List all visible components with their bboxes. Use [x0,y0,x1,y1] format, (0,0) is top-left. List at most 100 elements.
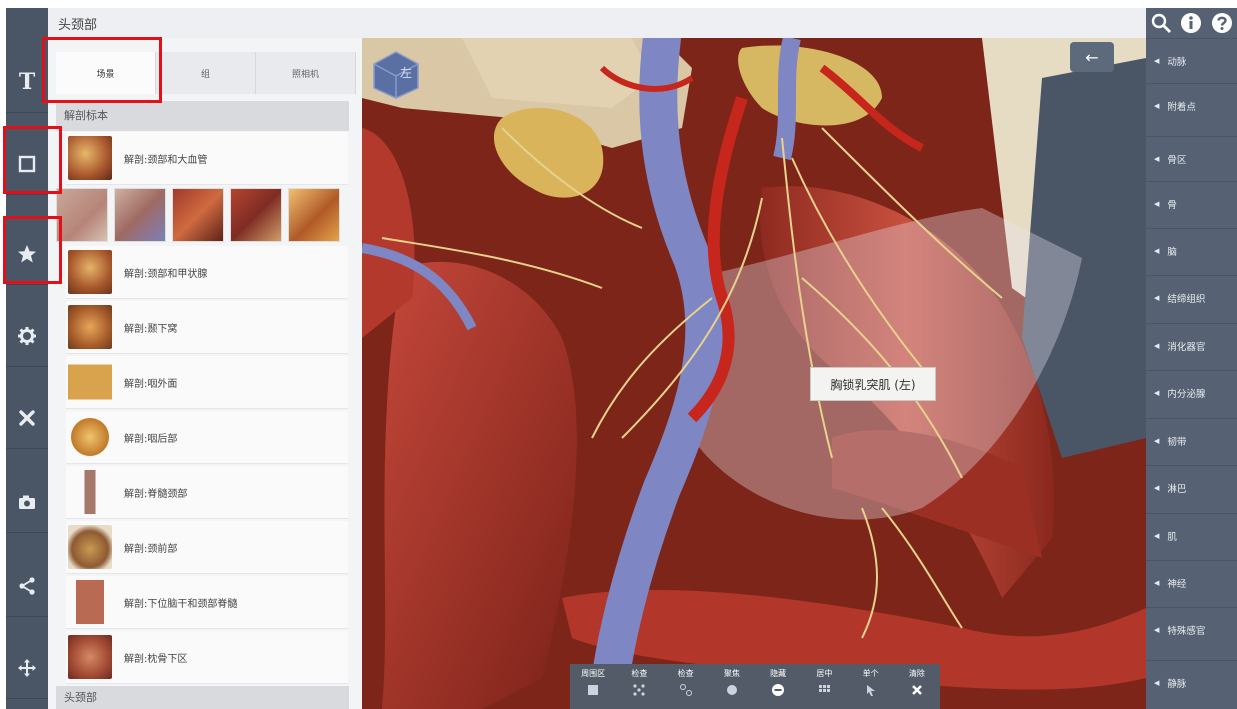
caret-left-icon: ◀ [1154,579,1160,587]
text-tool-icon: T [18,69,36,95]
tool-hide-button[interactable]: 隐藏 [755,664,801,709]
gallery-thumbnail[interactable] [288,188,340,242]
layer-item-brain[interactable]: ◀ 脑 [1146,228,1237,273]
circles-icon [679,684,692,696]
tool-label: 清除 [908,669,925,678]
tool-label: 周围区 [581,669,606,678]
layer-item-arteries[interactable]: ◀ 动脉 [1146,38,1237,83]
search-icon[interactable] [1150,12,1172,34]
layer-item-label: 消化器官 [1167,342,1206,353]
list-item[interactable]: 解剖:咽外面 [66,356,348,409]
help-icon[interactable] [1211,12,1233,34]
dissection-thumbnail [68,360,112,404]
orientation-cube[interactable]: 左 [370,50,422,100]
layer-item-label: 骨区 [1167,155,1187,166]
layer-item-label: 静脉 [1167,679,1187,690]
list-item-label: 解剖:颞下窝 [124,323,178,335]
tab-camera[interactable]: 照相机 [256,52,356,94]
list-item-label: 解剖:颈部和甲状腺 [124,268,208,280]
share-button[interactable] [6,556,48,617]
list-item[interactable]: 解剖:枕骨下区 [66,631,348,684]
layer-item-muscles[interactable]: ◀ 肌 [1146,513,1237,558]
right-top-icons [1146,8,1237,38]
caret-left-icon: ◀ [1154,247,1160,255]
layer-item-lymph[interactable]: ◀ 淋巴 [1146,465,1237,510]
dissection-thumbnail [68,415,112,459]
back-button[interactable]: ← [1070,42,1114,72]
dots-icon [633,684,645,696]
tool-surrounding-button[interactable]: 周围区 [570,664,616,709]
layer-item-label: 动脉 [1167,57,1187,68]
layer-item-endocrine[interactable]: ◀ 内分泌腺 [1146,370,1237,415]
center-grid-icon [819,685,831,692]
list-item[interactable]: 解剖:下位脑干和颈部脊髓 [66,576,348,629]
layer-item-label: 内分泌腺 [1167,389,1206,400]
caret-left-icon: ◀ [1154,342,1160,350]
settings-button[interactable] [6,306,48,367]
layer-item-label: 肌 [1167,532,1177,543]
caret-left-icon: ◀ [1154,294,1160,302]
tool-label: 检查 [677,669,694,678]
layer-item-connective-tissue[interactable]: ◀ 结缔组织 [1146,275,1237,320]
dissection-thumbnail [68,635,112,679]
layer-item-label: 神经 [1167,579,1187,590]
settings-gear-icon [18,327,36,345]
grid-icon [588,685,599,695]
tab-group[interactable]: 组 [156,52,256,94]
cursor-icon [866,685,875,696]
share-icon [19,577,35,595]
list-item[interactable]: 解剖:颈部和甲状腺 [66,246,348,299]
layer-item-veins[interactable]: ◀ 静脉 [1146,660,1237,705]
layer-item-bones[interactable]: ◀ 骨 [1146,181,1237,226]
layer-item-digestive[interactable]: ◀ 消化器官 [1146,323,1237,368]
gallery-thumbnail[interactable] [230,188,282,242]
list-item[interactable]: 解剖:咽后部 [66,411,348,464]
list-item-label: 解剖:咽后部 [124,433,178,445]
left-toolbar: T [6,8,48,709]
gallery-thumbnail[interactable] [114,188,166,242]
gallery-thumbnail[interactable] [56,188,108,242]
caret-left-icon: ◀ [1154,102,1160,110]
tool-inspect-button[interactable]: 检查 [616,664,662,709]
caret-left-icon: ◀ [1154,626,1160,634]
list-item[interactable]: 解剖:脊髓颈部 [66,466,348,519]
list-item[interactable]: 解剖:颈前部 [66,521,348,574]
caret-left-icon: ◀ [1154,57,1160,65]
layer-item-label: 骨 [1167,200,1177,211]
move-arrows-icon [18,659,36,677]
tool-label: 单个 [862,669,879,678]
layer-item-nerves[interactable]: ◀ 神经 [1146,560,1237,605]
layer-item-ligaments[interactable]: ◀ 韧带 [1146,418,1237,463]
page-title: 头颈部 [58,18,98,33]
caret-left-icon: ◀ [1154,389,1160,397]
list-item[interactable]: 解剖:颞下窝 [66,301,348,354]
dissection-thumbnail [68,525,112,569]
tool-single-button[interactable]: 单个 [848,664,894,709]
dissection-thumbnail [68,470,112,514]
tool-center-button[interactable]: 居中 [801,664,847,709]
info-icon[interactable] [1180,12,1202,34]
list-item[interactable]: 解剖:颈部和大血管 [66,132,348,185]
gallery-thumbnail[interactable] [172,188,224,242]
tools-button[interactable] [6,388,48,449]
view-cube-label: 左 [400,66,413,80]
move-button[interactable] [6,638,48,699]
layer-item-bone-regions[interactable]: ◀ 骨区 [1146,136,1237,181]
tool-focus-button[interactable]: 聚焦 [709,664,755,709]
caret-left-icon: ◀ [1154,484,1160,492]
highlight-box-square-tool [3,126,62,194]
tool-label: 居中 [816,669,833,678]
anatomy-3d-viewport[interactable] [362,38,1146,709]
caret-left-icon: ◀ [1154,679,1160,687]
camera-button[interactable] [6,472,48,533]
layer-item-attachments[interactable]: ◀ 附着点 [1146,83,1237,128]
tool-inspect-2-button[interactable]: 检查 [663,664,709,709]
list-item-label: 解剖:下位脑干和颈部脊髓 [124,598,238,610]
layer-item-special-senses[interactable]: ◀ 特殊感官 [1146,607,1237,652]
tool-clear-button[interactable]: 清除 [894,664,940,709]
layer-item-label: 结缔组织 [1167,294,1206,305]
list-item-label: 解剖:脊髓颈部 [124,488,188,500]
list-item-label: 解剖:咽外面 [124,378,178,390]
layer-item-label: 特殊感官 [1167,626,1206,637]
structure-tooltip: 胸锁乳突肌 (左) [810,367,936,401]
